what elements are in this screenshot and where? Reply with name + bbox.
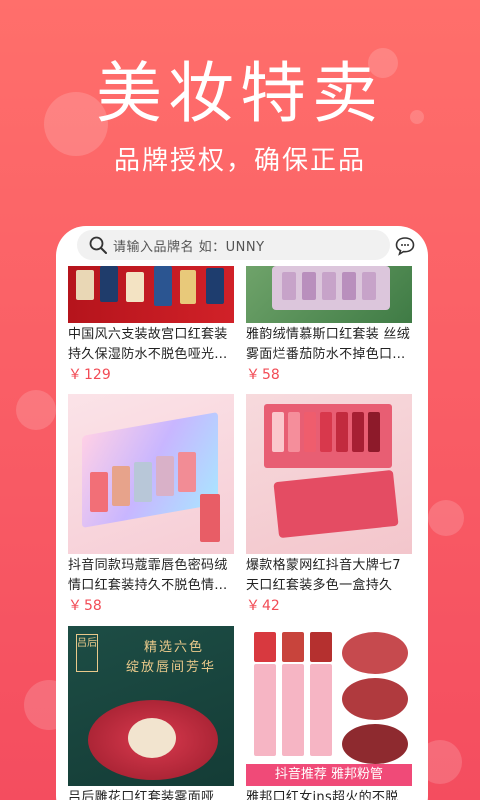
- product-image: [246, 266, 412, 323]
- product-card[interactable]: 抖音同款玛蔻霏唇色密码绒情口红套装持久不脱色情… ￥ 58: [68, 394, 234, 616]
- hero-title: 美妆特卖: [96, 55, 384, 132]
- product-card[interactable]: 吕后 精选六色 绽放唇间芳华 吕后雕花口红套装雾面哑光…: [68, 626, 234, 800]
- product-price: ￥ 58: [246, 367, 280, 383]
- search-icon: [89, 236, 107, 254]
- promo-line1: 精选六色: [144, 640, 205, 655]
- product-card[interactable]: 爆款格蒙网红抖音大牌七7天口红套装多色一盒持久不… ￥42: [246, 394, 412, 616]
- product-card[interactable]: 中国风六支装故宫口红套装持久保湿防水不脱色哑光… ￥ 129: [68, 266, 234, 385]
- product-image: [68, 394, 234, 554]
- product-card[interactable]: 雅韵绒情慕斯口红套装 丝绒雾面烂番茄防水不掉色口… ￥ 58: [246, 266, 412, 385]
- product-title: 雅邦口红女ins超火的不脱色…: [246, 790, 399, 800]
- product-image: [68, 266, 234, 323]
- product-title: 爆款格蒙网红抖音大牌七7天口红套装多色一盒持久不…: [246, 558, 401, 593]
- search-bar[interactable]: 请输入品牌名 如：UNNY: [77, 230, 390, 260]
- brand-seal: 吕后: [76, 634, 98, 672]
- product-image: 吕后 精选六色 绽放唇间芳华: [68, 626, 234, 786]
- product-price: ￥ 58: [68, 598, 102, 614]
- product-price: ￥ 129: [68, 367, 111, 383]
- promo-banner: 抖音推荐 雅邦粉管: [246, 764, 412, 786]
- decor-bubble: [16, 390, 56, 430]
- product-image: 抖音推荐 雅邦粉管: [246, 626, 412, 786]
- product-title: 雅韵绒情慕斯口红套装 丝绒雾面烂番茄防水不掉色口…: [246, 327, 411, 362]
- product-image: [246, 394, 412, 554]
- search-placeholder: 请输入品牌名 如：UNNY: [113, 239, 265, 255]
- product-card[interactable]: 抖音推荐 雅邦粉管 雅邦口红女ins超火的不脱色…: [246, 626, 412, 800]
- promo-line2: 绽放唇间芳华: [126, 660, 217, 675]
- hero-subtitle: 品牌授权，确保正品: [113, 146, 366, 176]
- chat-bubble-icon[interactable]: [395, 236, 415, 256]
- product-price: ￥ 42: [246, 598, 280, 614]
- product-title: 中国风六支装故宫口红套装持久保湿防水不脱色哑光…: [68, 327, 228, 362]
- decor-bubble: [428, 500, 464, 536]
- product-title: 抖音同款玛蔻霏唇色密码绒情口红套装持久不脱色情…: [68, 558, 228, 593]
- product-title: 吕后雕花口红套装雾面哑光…: [68, 790, 215, 800]
